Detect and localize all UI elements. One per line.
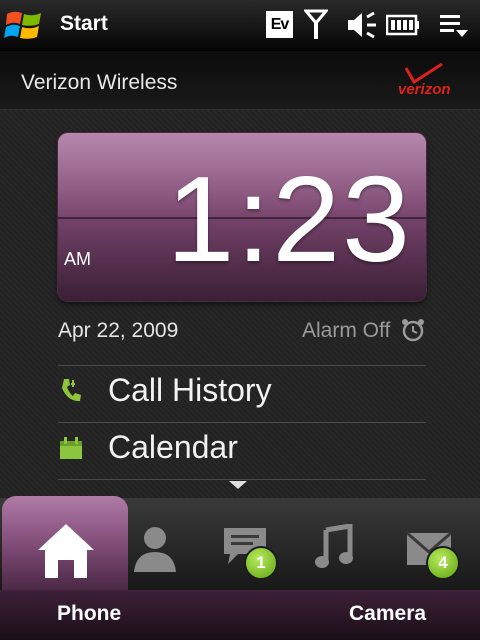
verizon-logo: verizon [398, 62, 451, 98]
softkey-camera[interactable]: Camera [349, 602, 426, 626]
alarm-status[interactable]: Alarm Off [302, 319, 390, 343]
alarm-clock-icon[interactable] [400, 317, 426, 343]
scroll-down-indicator[interactable] [229, 481, 247, 489]
tab-email[interactable]: 4 [394, 498, 480, 590]
tab-home[interactable] [2, 496, 128, 590]
messages-badge: 1 [244, 546, 278, 580]
home-icon [38, 524, 94, 578]
network-type-badge[interactable]: Ev [266, 11, 293, 38]
call-history-icon [62, 379, 81, 402]
tab-messages[interactable]: 1 [206, 498, 302, 590]
call-history-label: Call History [108, 372, 272, 408]
battery-icon[interactable] [386, 9, 420, 41]
tab-people[interactable] [112, 498, 208, 590]
clock-widget[interactable]: AM 1:23 [58, 133, 426, 301]
signal-icon[interactable] [304, 9, 328, 41]
softkey-bar: Phone Camera [0, 590, 480, 640]
volume-icon[interactable] [344, 9, 378, 41]
softkey-phone[interactable]: Phone [57, 602, 121, 626]
windows-flag-icon[interactable] [4, 8, 44, 42]
svg-text:verizon: verizon [398, 81, 451, 98]
calendar-label: Calendar [108, 429, 238, 465]
divider [58, 479, 426, 480]
status-bar: Start Ev [0, 0, 480, 51]
contact-icon [134, 527, 176, 572]
clock-ampm: AM [64, 249, 91, 269]
clock-time: 1:23 [166, 151, 412, 287]
menu-item-call-history[interactable]: Call History [58, 366, 426, 422]
menu-icon[interactable] [438, 9, 470, 41]
start-title[interactable]: Start [60, 12, 108, 36]
menu-item-calendar[interactable]: Calendar [58, 423, 426, 479]
music-icon [315, 524, 353, 568]
calendar-icon [60, 437, 82, 459]
carrier-name: Verizon Wireless [21, 71, 178, 94]
email-badge: 4 [426, 546, 460, 580]
tab-bar: 1 4 [0, 496, 480, 590]
date-label[interactable]: Apr 22, 2009 [58, 319, 178, 343]
tab-music[interactable] [300, 498, 396, 590]
